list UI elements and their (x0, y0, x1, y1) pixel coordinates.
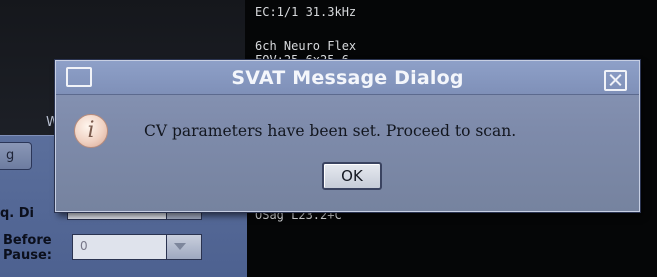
partial-button[interactable]: g (0, 142, 32, 170)
before-pause-label: Before Pause: (3, 233, 52, 263)
before-pause-dropdown[interactable] (166, 234, 202, 260)
info-icon: i (74, 114, 108, 148)
monitor-line-sequence: EC:1/1 31.3kHz (255, 5, 357, 19)
before-pause-field[interactable]: 0 (72, 234, 167, 260)
dialog-title: SVAT Message Dialog (231, 67, 464, 89)
dialog-message: CV parameters have been set. Proceed to … (144, 122, 517, 140)
seq-label: q. Di (0, 206, 35, 221)
dialog-titlebar[interactable]: SVAT Message Dialog (56, 61, 639, 95)
monitor-line-coil: 6ch Neuro Flex (255, 39, 357, 53)
message-dialog: SVAT Message Dialog i CV parameters have… (55, 60, 640, 212)
close-icon[interactable] (604, 70, 627, 91)
ok-button[interactable]: OK (322, 162, 382, 190)
